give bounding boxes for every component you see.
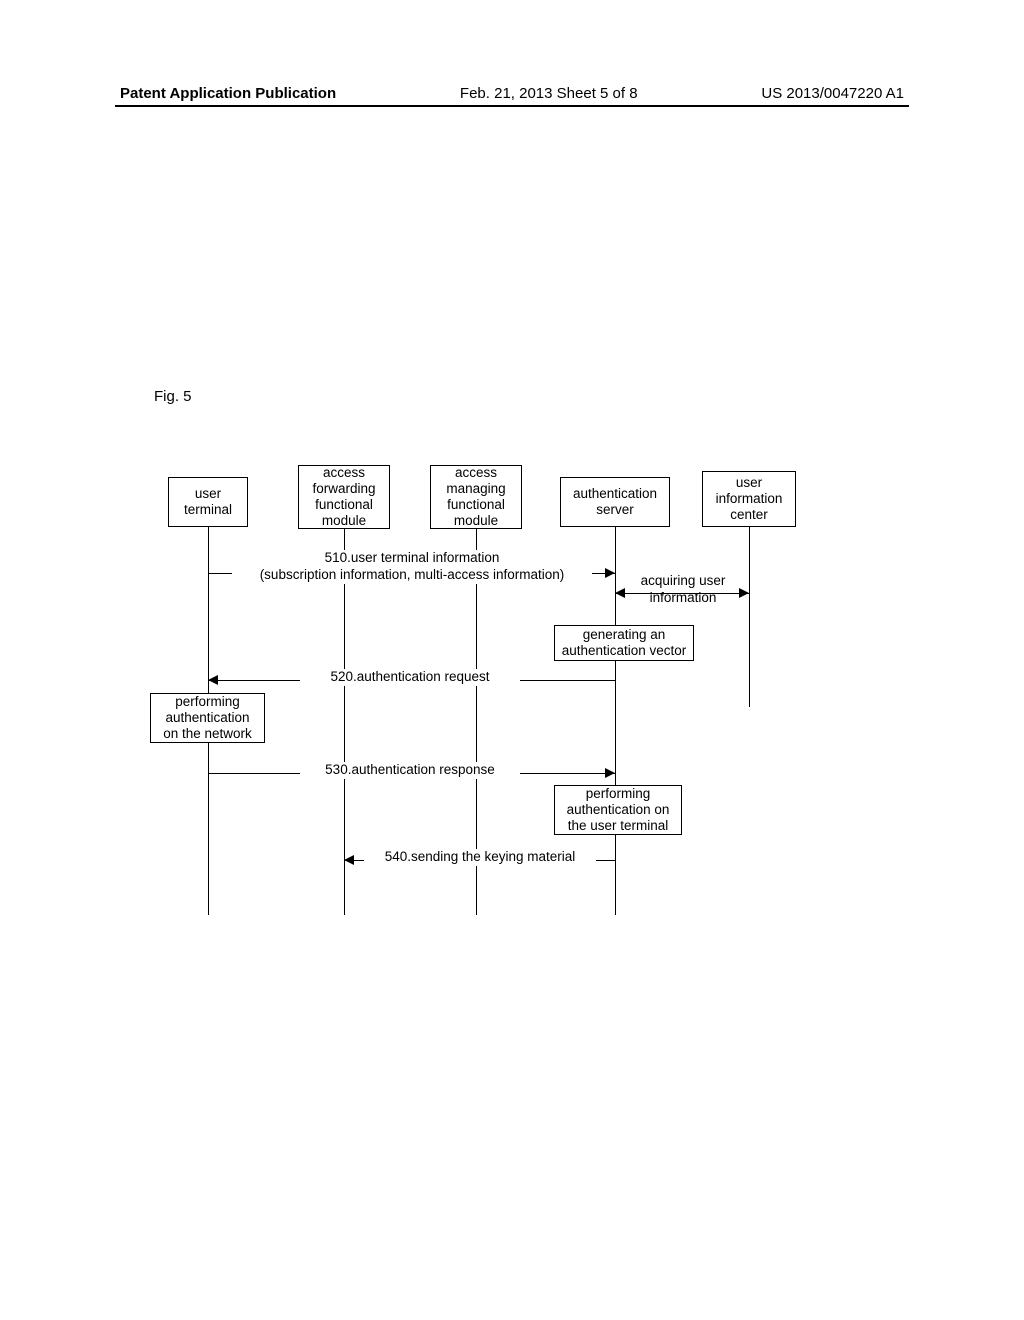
- header-left: Patent Application Publication: [120, 85, 336, 102]
- page-header: Patent Application Publication Feb. 21, …: [120, 85, 904, 102]
- actor-authentication-server: authenticationserver: [560, 477, 670, 527]
- msg-510-line1: 510.user terminal information: [325, 550, 500, 565]
- msg-acquiring-arrow-l: [615, 588, 625, 598]
- actor-access-managing: accessmanagingfunctionalmodule: [430, 465, 522, 529]
- actor-access-forwarding: accessforwardingfunctionalmodule: [298, 465, 390, 529]
- header-rule: [115, 105, 909, 107]
- note-perform-user: performingauthentication onthe user term…: [554, 785, 682, 835]
- msg-520-label: 520.authentication request: [300, 669, 520, 686]
- actor-user-terminal: userterminal: [168, 477, 248, 527]
- msg-530-label: 530.authentication response: [300, 762, 520, 779]
- msg-510-label: 510.user terminal information (subscript…: [232, 550, 592, 584]
- msg-acquiring-arrow-r: [739, 588, 749, 598]
- msg-540-arrow: [344, 855, 354, 865]
- msg-510-line2: (subscription information, multi-access …: [260, 567, 565, 582]
- note-generating-vector: generating anauthentication vector: [554, 625, 694, 661]
- sequence-diagram: userterminal accessforwardingfunctionalm…: [140, 465, 880, 915]
- figure-label: Fig. 5: [154, 388, 192, 405]
- msg-acquiring-label: acquiring userinformation: [628, 573, 738, 607]
- msg-540-label: 540.sending the keying material: [364, 849, 596, 866]
- lifeline-auth-server: [615, 527, 616, 915]
- lifeline-user-info-center: [749, 527, 750, 707]
- msg-530-arrow: [605, 768, 615, 778]
- header-right: US 2013/0047220 A1: [761, 85, 904, 102]
- msg-520-arrow: [208, 675, 218, 685]
- header-middle: Feb. 21, 2013 Sheet 5 of 8: [460, 85, 638, 102]
- note-perform-network: performingauthenticationon the network: [150, 693, 265, 743]
- msg-510-arrow: [605, 568, 615, 578]
- actor-user-information-center: userinformationcenter: [702, 471, 796, 527]
